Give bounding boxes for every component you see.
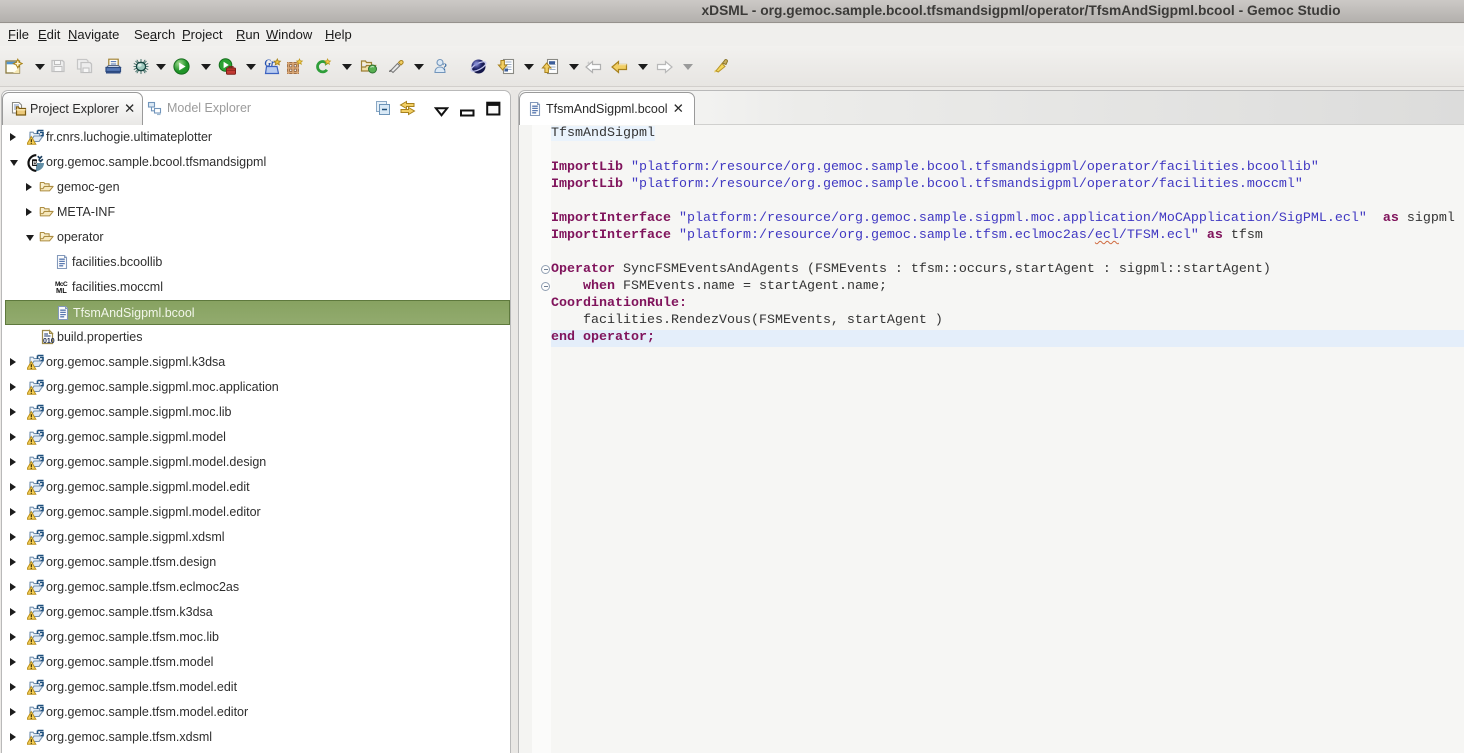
svg-text:010: 010 bbox=[43, 338, 55, 345]
svg-text:ML: ML bbox=[56, 286, 67, 295]
svg-text:B: B bbox=[33, 161, 37, 167]
svg-text:?: ? bbox=[443, 62, 448, 72]
